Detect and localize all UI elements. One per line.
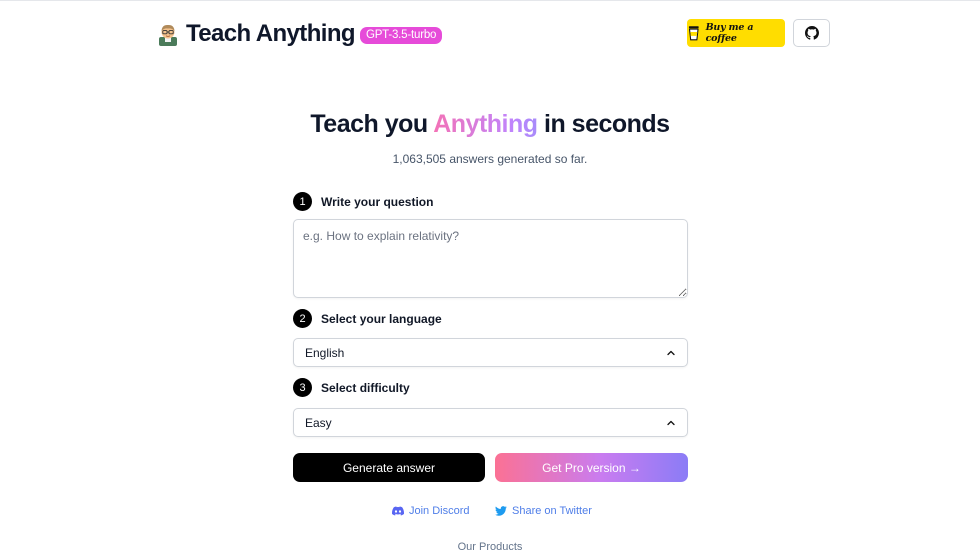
language-select[interactable]: English xyxy=(293,338,688,367)
brand-name: Teach Anything xyxy=(186,20,356,47)
question-input[interactable] xyxy=(293,219,688,298)
share-twitter-label: Share on Twitter xyxy=(512,505,592,517)
header: Teach Anything GPT-3.5-turbo Buy me a co… xyxy=(0,0,980,70)
step-1: 1 Write your question xyxy=(293,192,433,211)
generate-answer-button[interactable]: Generate answer xyxy=(293,453,485,482)
step-3-number: 3 xyxy=(293,378,312,397)
our-products-heading: Our Products xyxy=(457,541,523,551)
twitter-icon xyxy=(495,506,507,516)
chevron-up-icon xyxy=(667,350,675,356)
github-button[interactable] xyxy=(793,19,830,47)
step-1-label: Write your question xyxy=(321,194,434,209)
coffee-cup-icon xyxy=(688,26,699,41)
model-badge: GPT-3.5-turbo xyxy=(359,26,443,44)
share-twitter-link[interactable]: Share on Twitter xyxy=(495,505,592,517)
github-icon xyxy=(804,26,819,40)
difficulty-value: Easy xyxy=(305,415,332,430)
coffee-label: Buy me a coffee xyxy=(705,22,754,44)
buy-me-a-coffee-button[interactable]: Buy me a coffee xyxy=(687,19,785,47)
join-discord-link[interactable]: Join Discord xyxy=(392,505,470,517)
discord-icon xyxy=(392,506,404,516)
step-2-label: Select your language xyxy=(321,311,442,326)
hero-title-highlight: Anything xyxy=(433,110,538,138)
teacher-emoji-icon xyxy=(159,24,177,46)
step-2-number: 2 xyxy=(293,309,312,328)
step-3: 3 Select difficulty xyxy=(293,378,410,397)
get-pro-button[interactable]: Get Pro version → xyxy=(495,453,688,482)
hero-title-suffix: in seconds xyxy=(544,110,670,138)
answers-counter: 1,063,505 answers generated so far. xyxy=(392,152,588,166)
join-discord-label: Join Discord xyxy=(409,505,470,517)
step-2: 2 Select your language xyxy=(293,309,442,328)
brand[interactable]: Teach Anything GPT-3.5-turbo xyxy=(156,19,443,49)
chevron-up-icon xyxy=(667,420,675,426)
difficulty-select[interactable]: Easy xyxy=(293,408,688,437)
hero-title: Teach you Anything in seconds xyxy=(0,108,980,140)
step-1-number: 1 xyxy=(293,192,312,211)
language-value: English xyxy=(305,345,345,360)
hero-title-prefix: Teach you xyxy=(310,110,428,138)
step-3-label: Select difficulty xyxy=(321,380,410,395)
